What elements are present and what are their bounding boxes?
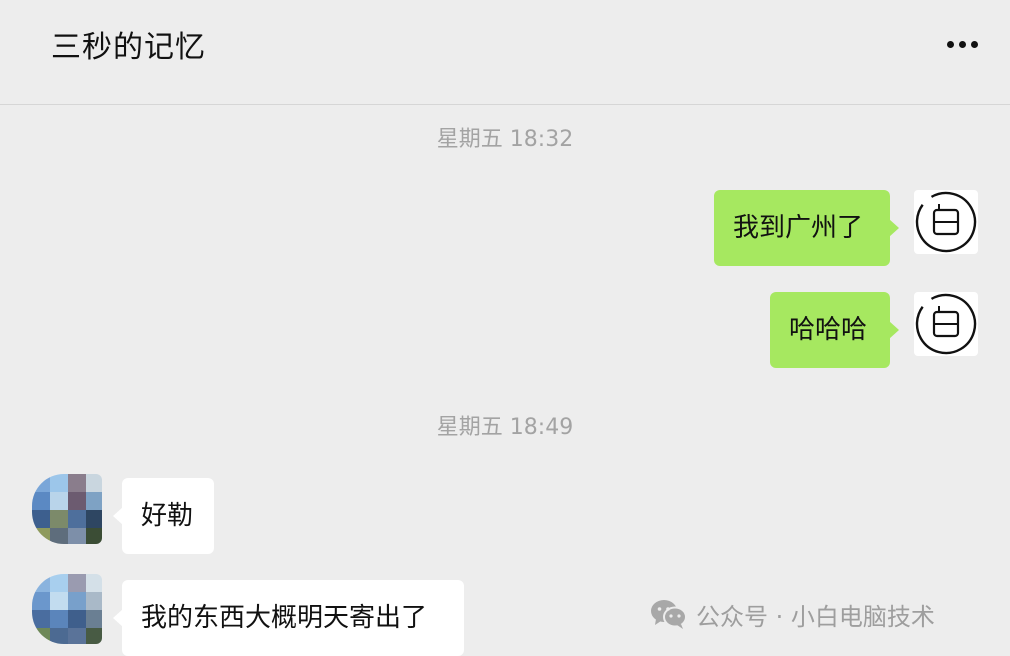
received-message-bubble[interactable]: 我的东西大概明天寄出了 [113, 580, 464, 656]
more-dots-icon [970, 40, 978, 48]
message-timestamp: 星期五 18:49 [436, 415, 574, 440]
more-dots-icon [958, 40, 966, 48]
self-avatar[interactable] [914, 292, 978, 356]
sent-message-bubble[interactable]: 哈哈哈 [770, 292, 899, 368]
watermark-text: 公众号 · 小白电脑技术 [696, 602, 935, 631]
chat-title: 三秒的记忆 [51, 30, 206, 65]
pixelated-photo-avatar [32, 474, 102, 544]
wechat-logo-icon [651, 600, 687, 629]
calendar-line-icon [915, 293, 977, 355]
more-options-button[interactable] [936, 28, 988, 60]
contact-avatar[interactable] [32, 574, 102, 644]
watermark: 公众号 · 小白电脑技术 [650, 596, 935, 632]
more-dots-icon [946, 40, 954, 48]
pixelated-photo-avatar [32, 574, 102, 644]
calendar-line-icon [915, 191, 977, 253]
contact-avatar[interactable] [32, 474, 102, 544]
self-avatar[interactable] [914, 190, 978, 254]
chat-header: 三秒的记忆 [0, 0, 1010, 105]
sent-message-bubble[interactable]: 我到广州了 [714, 190, 899, 266]
received-message-bubble[interactable]: 好勒 [113, 478, 214, 554]
message-timestamp: 星期五 18:32 [436, 127, 574, 152]
